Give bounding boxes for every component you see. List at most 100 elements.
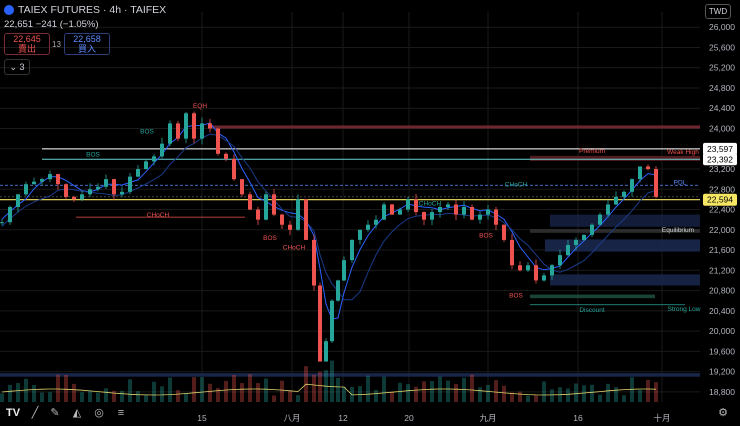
volume-bar — [32, 385, 36, 402]
volume-bar — [136, 391, 140, 402]
chart-grid — [0, 12, 700, 402]
volume-bar — [240, 383, 244, 402]
y-tick-label: 19,600 — [709, 346, 735, 356]
volume-bar — [598, 394, 602, 402]
y-tick-label: 22,000 — [709, 225, 735, 235]
y-tick-label: 20,400 — [709, 306, 735, 316]
candle-body — [160, 143, 164, 157]
volume-bar — [120, 390, 124, 402]
volume-bar — [96, 392, 100, 402]
volume-bar — [582, 385, 586, 402]
currency-badge[interactable]: TWD — [705, 4, 731, 19]
candle-body — [176, 123, 180, 139]
candle-body — [494, 209, 498, 225]
candle-body — [72, 196, 76, 200]
buy-button[interactable]: 22,658 買入 — [64, 33, 110, 55]
volume-bar — [574, 383, 578, 402]
candle-body — [248, 194, 252, 210]
volume-bar — [374, 390, 378, 402]
candle-body — [590, 224, 594, 235]
chart-annotation: CHoCH — [505, 182, 528, 189]
candle-body — [192, 113, 196, 139]
candle-body — [654, 169, 658, 197]
volume-bar — [248, 374, 252, 402]
volume-bar — [280, 380, 284, 402]
candle-body — [144, 161, 148, 170]
indicators-toggle[interactable]: ⌄ 3 — [4, 59, 30, 75]
candle-body — [446, 204, 450, 207]
volume-bar — [8, 384, 12, 402]
candle-body — [566, 244, 570, 256]
volume-bar — [510, 392, 514, 402]
text-tool-icon[interactable]: ≡ — [114, 406, 128, 420]
candle-body — [470, 207, 474, 220]
chart-annotation: CHoCH — [419, 200, 442, 207]
price-axis[interactable]: 26,00025,60025,20024,80024,40024,00023,6… — [709, 22, 735, 397]
y-tick-label: 22,800 — [709, 184, 735, 194]
candle-body — [510, 239, 514, 266]
candle-body — [24, 184, 28, 195]
tradingview-logo: TV — [6, 407, 21, 419]
volume-bar — [208, 383, 212, 402]
candle-body — [502, 224, 506, 240]
brush-icon[interactable]: ✎ — [48, 406, 62, 420]
volume-bar — [48, 392, 52, 402]
chart-annotation: BOS — [86, 151, 100, 158]
volume-bar — [422, 381, 426, 402]
volume-bar — [296, 395, 300, 402]
trendline-icon[interactable]: ╱ — [28, 406, 42, 420]
volume-bar — [494, 380, 498, 402]
x-tick-label: 八月 — [283, 413, 300, 423]
candle-body — [280, 214, 284, 225]
symbol-title: TAIEX FUTURES · 4h · TAIFEX — [18, 4, 167, 16]
chart-annotation: BOS — [140, 129, 154, 136]
price-tag-label: 23,597 — [707, 144, 733, 154]
volume-bar — [184, 393, 188, 402]
volume-bar — [256, 383, 260, 402]
candle-body — [454, 204, 458, 215]
price-change: 22,651 −241 (−1.05%) — [4, 19, 99, 30]
volume-bar — [176, 390, 180, 402]
chart-annotation: Strong Low — [668, 306, 701, 313]
premium-zone — [530, 155, 700, 161]
candle-body — [40, 179, 44, 182]
y-tick-label: 21,200 — [709, 265, 735, 275]
candle-body — [336, 280, 340, 301]
fib-icon[interactable]: ◎ — [92, 406, 106, 420]
settings-gear-icon[interactable]: ⚙ — [716, 406, 730, 420]
volume-bar — [104, 388, 108, 402]
y-tick-label: 20,000 — [709, 326, 735, 336]
candle-body — [112, 179, 116, 195]
time-axis[interactable]: 15 八月 12 20 九月 16 十月 — [197, 413, 670, 423]
candle-body — [56, 174, 60, 185]
chart-annotation: BOS — [479, 232, 493, 239]
volume-bar — [288, 390, 292, 402]
candle-body — [264, 194, 268, 220]
price-chart[interactable]: BOS CHoCH CHoCH Premium Weak High PDL Equilibr… — [0, 0, 740, 426]
candle-body — [318, 285, 322, 362]
volume-bar — [112, 390, 116, 402]
volume-bar — [336, 377, 340, 402]
candle-body — [288, 224, 292, 230]
volume-bar — [272, 395, 276, 402]
y-tick-label: 25,600 — [709, 42, 735, 52]
volume-bar — [312, 374, 316, 402]
measure-icon[interactable]: ◭ — [70, 406, 84, 420]
eye-icon[interactable] — [4, 5, 14, 15]
candle-body — [16, 194, 20, 207]
volume-bar — [398, 382, 402, 402]
symbol-header[interactable]: TAIEX FUTURES · 4h · TAIFEX — [4, 4, 166, 16]
volume-bar — [342, 387, 346, 402]
candle-body — [296, 199, 300, 230]
candle-body — [184, 113, 188, 139]
candle-body — [398, 209, 402, 215]
candle-body — [582, 234, 586, 240]
y-tick-label: 19,200 — [709, 367, 735, 377]
sell-button[interactable]: 22,645 賣出 — [4, 33, 50, 55]
candle-body — [558, 255, 562, 266]
price-tag-label: 22,594 — [707, 195, 733, 205]
candle-body — [80, 194, 84, 200]
candle-body — [216, 128, 220, 154]
volume-bar — [526, 395, 530, 402]
candle-body — [366, 224, 370, 230]
